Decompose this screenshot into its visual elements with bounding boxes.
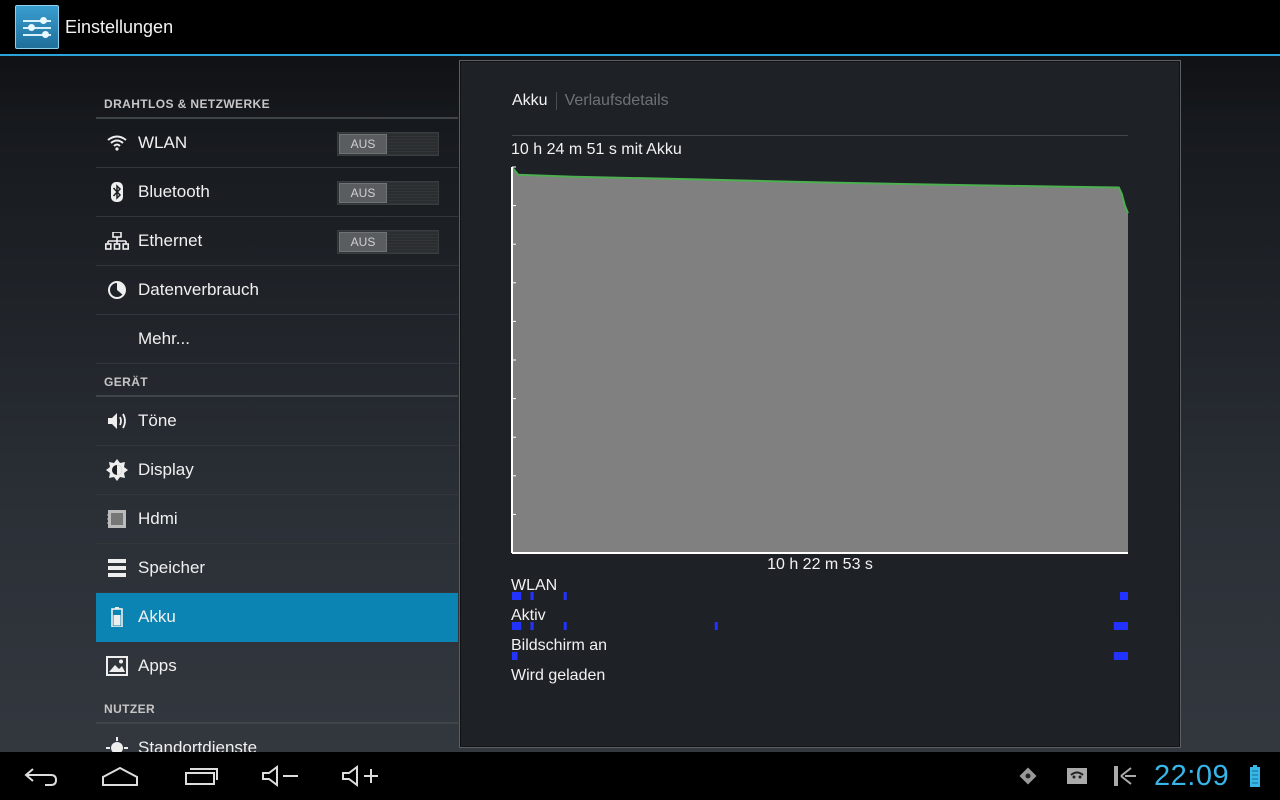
toggle-state: AUS (339, 134, 387, 154)
settings-item-storage[interactable]: Speicher (96, 544, 458, 593)
volume-up-icon[interactable] (338, 752, 382, 800)
apps-icon (96, 656, 138, 676)
brightness-icon (96, 459, 138, 481)
settings-item-wlan[interactable]: WLAN AUS (96, 119, 458, 168)
ethernet-icon (96, 232, 138, 250)
settings-item-label: Ethernet (138, 231, 203, 250)
state-segment-0 (563, 592, 567, 600)
wlan-toggle[interactable]: AUS (337, 132, 439, 156)
bluetooth-toggle[interactable]: AUS (337, 181, 439, 205)
action-bar: Einstellungen (0, 0, 1280, 56)
back-icon[interactable] (18, 752, 64, 800)
section-header-device: GERÄT (96, 364, 458, 397)
state-segment-1 (563, 622, 567, 630)
hdmi-icon (96, 509, 138, 529)
settings-item-label: Display (138, 460, 194, 479)
bluetooth-icon (96, 182, 138, 202)
recent-apps-icon[interactable] (180, 752, 222, 800)
settings-item-display[interactable]: Display (96, 446, 458, 495)
state-segment-1 (1113, 622, 1128, 630)
settings-item-label: Bluetooth (138, 182, 210, 201)
speaker-icon (96, 411, 138, 431)
section-header-wireless: DRAHTLOS & NETZWERKE (96, 86, 458, 119)
settings-item-location[interactable]: Standortdienste (96, 724, 458, 752)
settings-item-hdmi[interactable]: Hdmi (96, 495, 458, 544)
settings-item-label: WLAN (138, 133, 188, 152)
data-usage-icon (96, 280, 138, 300)
settings-item-data-usage[interactable]: Datenverbrauch (96, 266, 458, 315)
toggle-state: AUS (339, 232, 387, 252)
storage-notification-icon[interactable] (1112, 762, 1138, 790)
home-icon[interactable] (98, 752, 142, 800)
settings-item-more[interactable]: Mehr... (96, 315, 458, 364)
settings-list: DRAHTLOS & NETZWERKE WLAN AUS Bluetooth … (96, 86, 458, 752)
app-title: Einstellungen (65, 16, 174, 37)
track-label-wlan: WLAN (511, 577, 558, 594)
settings-item-ethernet[interactable]: Ethernet AUS (96, 217, 458, 266)
track-label-charging: Wird geladen (511, 667, 606, 684)
track-label-screen-on: Bildschirm an (511, 637, 608, 654)
settings-sliders-icon[interactable] (15, 5, 59, 49)
settings-item-label: Akku (138, 607, 176, 626)
volume-down-icon[interactable] (258, 752, 302, 800)
state-segment-2 (1113, 652, 1128, 660)
settings-item-label: Standortdienste (138, 738, 258, 752)
settings-item-label: Datenverbrauch (138, 280, 259, 299)
battery-level-area (512, 167, 1128, 553)
settings-item-label: Mehr... (138, 329, 190, 348)
state-segment-1 (714, 622, 718, 630)
storage-icon (96, 559, 138, 577)
x-axis-label: 10 h 22 m 53 s (767, 556, 873, 573)
location-icon (96, 737, 138, 752)
settings-item-sound[interactable]: Töne (96, 397, 458, 446)
system-bar: 22:09 (0, 752, 1280, 800)
settings-item-apps[interactable]: Apps (96, 642, 458, 691)
settings-item-label: Töne (138, 411, 177, 430)
battery-status-icon (1248, 762, 1262, 790)
usb-debug-icon[interactable] (1064, 762, 1090, 790)
track-label-awake: Aktiv (511, 607, 546, 624)
settings-item-label: Speicher (138, 558, 206, 577)
battery-icon (96, 607, 138, 627)
clock: 22:09 (1154, 760, 1230, 792)
ethernet-toggle[interactable]: AUS (337, 230, 439, 254)
section-header-user: NUTZER (96, 691, 458, 724)
battery-detail-panel: Akku Verlaufsdetails 10 h 24 m 51 s mit … (459, 60, 1181, 748)
state-segment-0 (1120, 592, 1128, 600)
settings-item-label: Hdmi (138, 509, 178, 528)
settings-item-label: Apps (138, 656, 177, 675)
settings-item-battery[interactable]: Akku (96, 593, 458, 642)
toggle-state: AUS (339, 183, 387, 203)
puzzle-notification-icon[interactable] (1016, 762, 1040, 790)
settings-item-bluetooth[interactable]: Bluetooth AUS (96, 168, 458, 217)
wifi-icon (96, 135, 138, 151)
